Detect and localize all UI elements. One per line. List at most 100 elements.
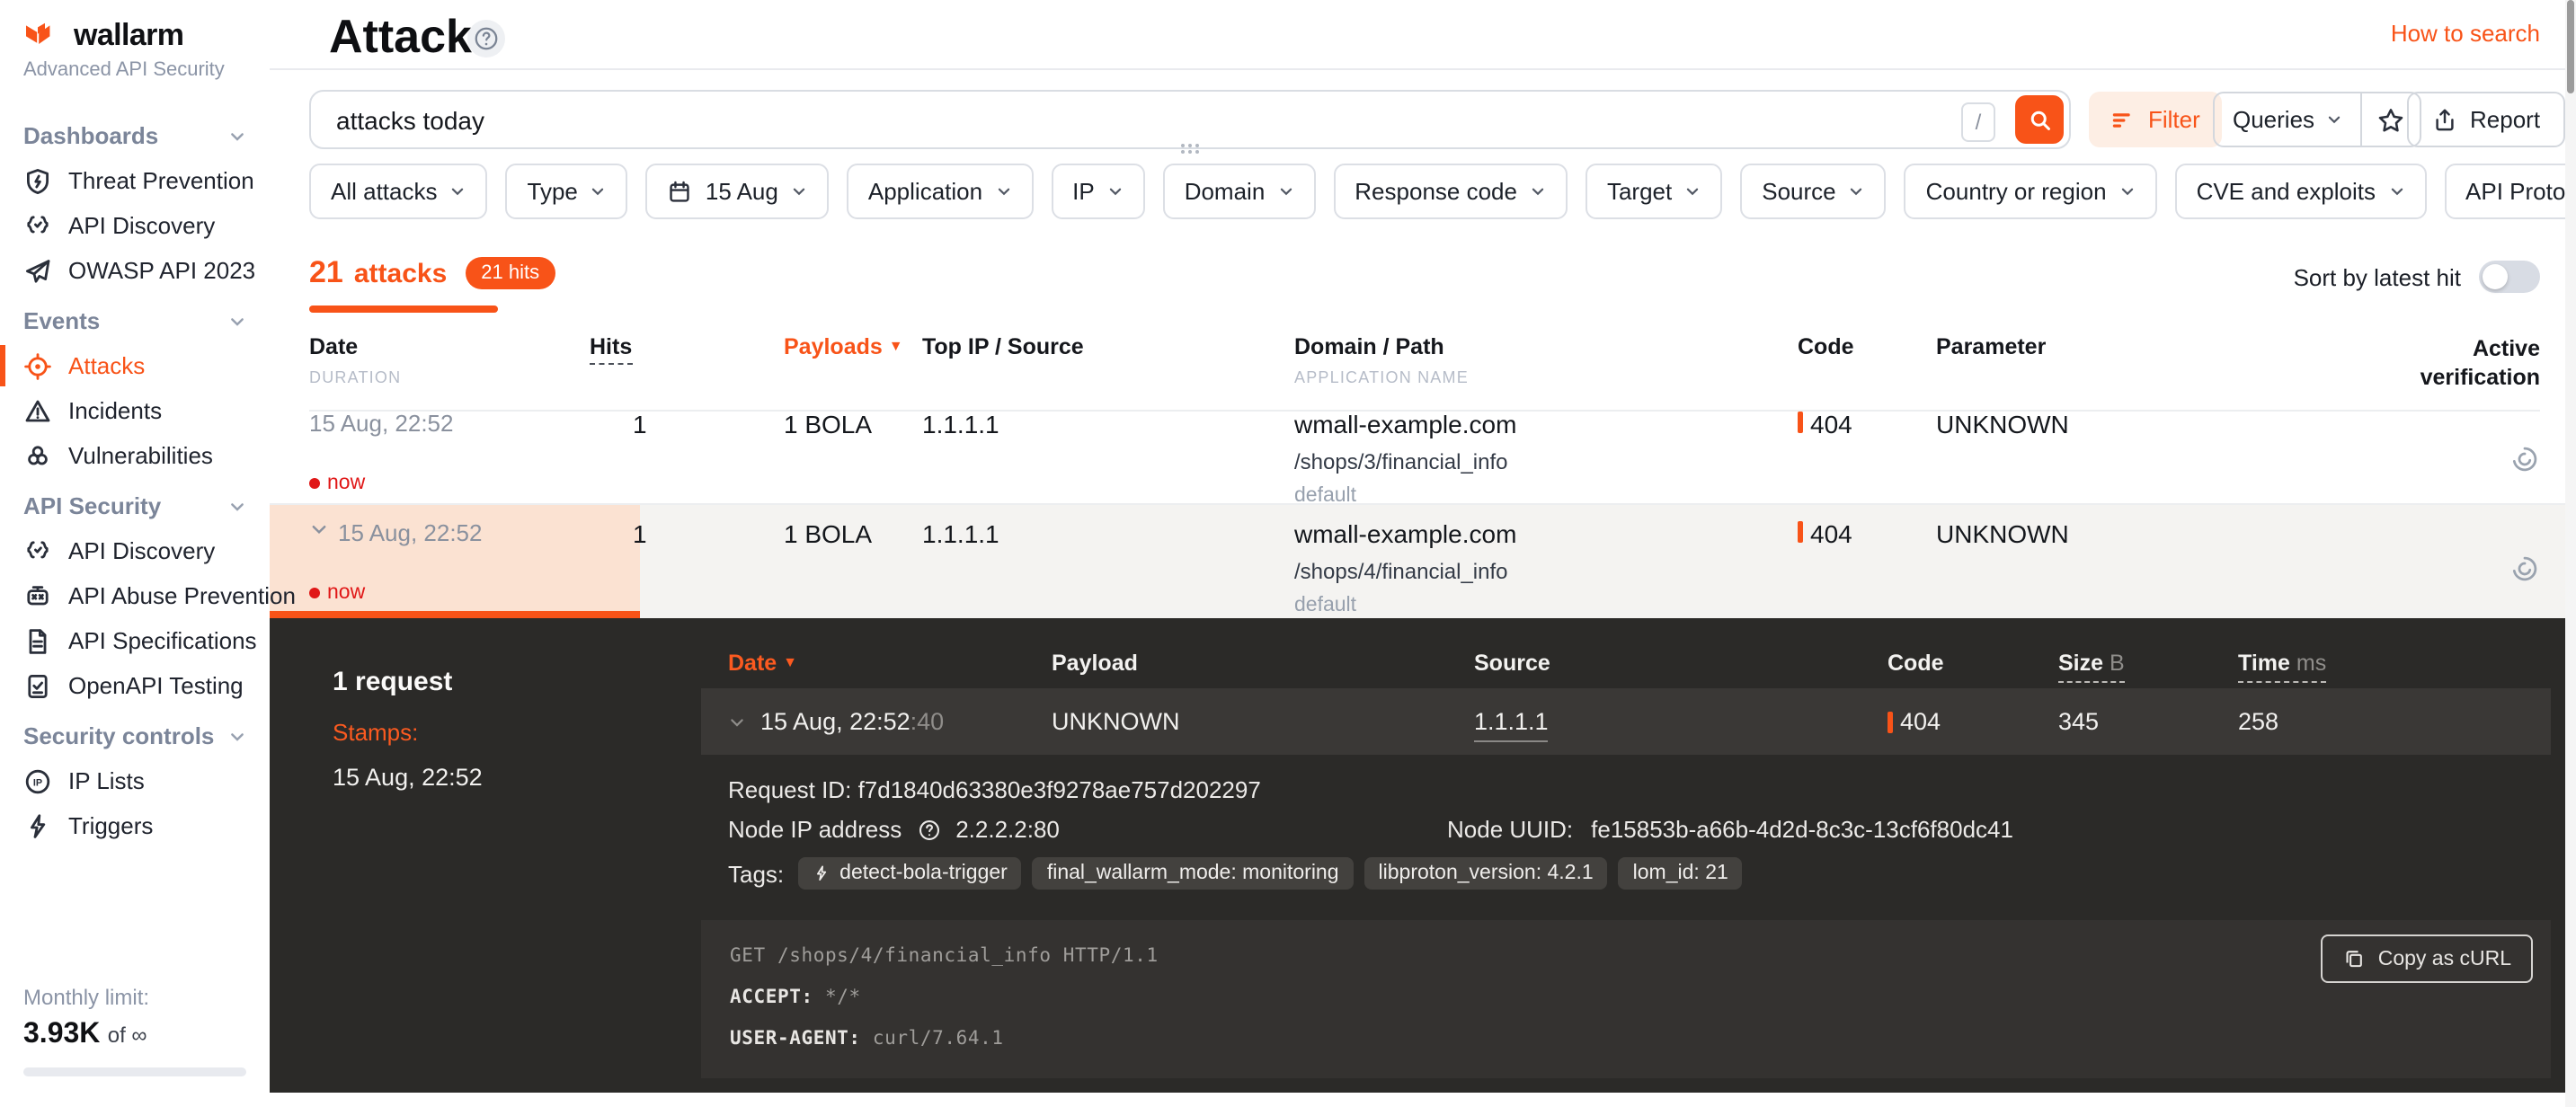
attacks-count-label: attacks (354, 258, 447, 288)
search-box: / (309, 90, 2071, 149)
node-ip-value: 2.2.2.2:80 (955, 816, 1060, 843)
tab-attacks[interactable]: 21 attacks 21 hits (309, 255, 555, 291)
sidebar-item-label: Triggers (68, 812, 153, 839)
filter-chip-15-aug[interactable]: 15 Aug (646, 164, 829, 219)
sidebar-item-owasp-api-2023[interactable]: OWASP API 2023 (0, 248, 270, 293)
attack-duration: now (309, 472, 590, 493)
attack-application: default (1294, 485, 1798, 507)
search-button[interactable] (2015, 95, 2064, 144)
sidebar-item-threat-prevention[interactable]: Threat Prevention (0, 158, 270, 203)
filter-chip-domain[interactable]: Domain (1163, 164, 1316, 219)
sidebar-section-security-controls[interactable]: Security controls (0, 713, 270, 758)
sidebar-item-label: IP Lists (68, 767, 145, 794)
openapi-testing-icon (23, 671, 52, 700)
filter-chip-label: 15 Aug (706, 178, 778, 205)
source-ip-link[interactable]: 1.1.1.1 (1474, 708, 1549, 742)
scrollbar-thumb[interactable] (2567, 0, 2574, 93)
sidebar-item-ip-lists[interactable]: IP IP Lists (0, 758, 270, 803)
ip-lists-icon: IP (23, 766, 52, 795)
active-verification-icon[interactable] (2509, 519, 2540, 616)
how-to-search-link[interactable]: How to search (2391, 20, 2540, 47)
filter-chip-all-attacks[interactable]: All attacks (309, 164, 488, 219)
resize-handle-icon[interactable] (1179, 142, 1201, 155)
filter-chip-ip[interactable]: IP (1051, 164, 1145, 219)
sidebar-item-incidents[interactable]: Incidents (0, 388, 270, 433)
chevron-down-icon (450, 183, 466, 199)
sidebar-item-label: Vulnerabilities (68, 442, 213, 469)
filter-button[interactable]: Filter (2089, 92, 2222, 147)
sidebar-item-api-discovery[interactable]: API Discovery (0, 528, 270, 573)
sidebar-section-label: Events (23, 307, 100, 334)
report-button[interactable]: Report (2407, 92, 2565, 147)
attack-row[interactable]: 15 Aug, 22:52 now 1 1 BOLA 1.1.1.1 wmall… (270, 395, 2576, 505)
chevron-down-icon[interactable] (728, 713, 746, 731)
sidebar-item-api-specifications[interactable]: API Specifications (0, 618, 270, 663)
req-col-size[interactable]: Size B (2058, 651, 2238, 676)
stamps-label: Stamps: (333, 719, 483, 746)
attack-top-ip: 1.1.1.1 (922, 410, 1294, 507)
chevron-down-icon (2325, 111, 2341, 128)
filter-chip-target[interactable]: Target (1586, 164, 1722, 219)
sidebar-item-label: API Discovery (68, 212, 215, 239)
filter-chip-country-or-region[interactable]: Country or region (1905, 164, 2157, 219)
req-col-time[interactable]: Time ms (2238, 651, 2524, 676)
filter-chip-source[interactable]: Source (1740, 164, 1886, 219)
http-request-line: GET /shops/4/financial_info HTTP/1.1 (730, 943, 2522, 972)
sidebar-item-label: OWASP API 2023 (68, 257, 255, 284)
live-dot-icon (309, 477, 320, 488)
sidebar-item-vulnerabilities[interactable]: Vulnerabilities (0, 433, 270, 478)
attack-domain-cell: wmall-example.com /shops/4/financial_inf… (1294, 519, 1798, 616)
filter-chip-application[interactable]: Application (847, 164, 1033, 219)
request-row[interactable]: 15 Aug, 22:52:40 UNKNOWN 1.1.1.1 404 345… (701, 688, 2551, 755)
help-icon[interactable] (467, 20, 505, 58)
sidebar-item-api-abuse-prevention[interactable]: API Abuse Prevention (0, 573, 270, 618)
sidebar-section-api-security[interactable]: API Security (0, 483, 270, 528)
filter-chip-type[interactable]: Type (506, 164, 628, 219)
tag-chip-detect-bola-trigger: detect-bola-trigger (798, 857, 1022, 890)
attack-payloads: 1 BOLA (784, 519, 922, 616)
attack-row[interactable]: 15 Aug, 22:52 now 1 1 BOLA 1.1.1.1 wmall… (270, 505, 2576, 618)
search-input[interactable] (311, 92, 2069, 147)
col-payloads[interactable]: Payloads ▼ (784, 334, 922, 393)
calendar-icon (668, 179, 693, 204)
slash-shortcut-badge: / (1961, 102, 1995, 142)
sort-toggle[interactable] (2479, 261, 2540, 293)
col-hits[interactable]: Hits (590, 334, 784, 393)
sidebar-section-events[interactable]: Events (0, 298, 270, 343)
requests-table-header: Date ▼ Payload Source Code Size B Time m… (701, 640, 2551, 686)
filter-chip-label: Application (868, 178, 982, 205)
copy-as-curl-button[interactable]: Copy as cURL (2321, 934, 2533, 983)
sidebar-item-openapi-testing[interactable]: OpenAPI Testing (0, 663, 270, 708)
sidebar-section-dashboards[interactable]: Dashboards (0, 113, 270, 158)
vulnerabilities-icon (23, 441, 52, 470)
filter-chip-api-protocols[interactable]: API Protocols (2444, 164, 2576, 219)
tags-line: Tags: detect-bola-trigger final_wallarm_… (728, 857, 2551, 890)
request-size-cell: 345 (2058, 708, 2238, 735)
req-col-date[interactable]: Date ▼ (728, 651, 1052, 676)
question-circle-icon[interactable] (916, 817, 941, 842)
chevron-down-icon[interactable] (309, 519, 329, 539)
col-application-name: APPLICATION NAME (1294, 368, 1798, 386)
request-detail-panel: 1 request Stamps: 15 Aug, 22:52 Date ▼ P… (270, 618, 2576, 1093)
sidebar-item-label: Incidents (68, 397, 162, 424)
queries-button[interactable]: Queries (2215, 93, 2359, 146)
attacks-icon (23, 351, 52, 380)
stamp-value: 15 Aug, 22:52 (333, 764, 483, 791)
sidebar-section-label: Dashboards (23, 122, 158, 149)
filter-button-label: Filter (2148, 106, 2200, 133)
wallarm-logo-icon (23, 22, 63, 50)
chevron-down-icon (228, 727, 246, 745)
request-payload-cell: UNKNOWN (1052, 708, 1474, 735)
sidebar-item-attacks[interactable]: Attacks (0, 343, 270, 388)
active-verification-icon[interactable] (2509, 410, 2540, 507)
sidebar-item-triggers[interactable]: Triggers (0, 803, 270, 848)
api-discovery-icon (23, 536, 52, 565)
chevron-down-icon (591, 183, 607, 199)
req-col-code: Code (1888, 651, 2058, 676)
filter-chip-cve-and-exploits[interactable]: CVE and exploits (2175, 164, 2426, 219)
logo[interactable]: wallarm (0, 0, 270, 54)
request-time-cell: 258 (2238, 708, 2524, 735)
filter-chip-response-code[interactable]: Response code (1333, 164, 1568, 219)
attack-payloads: 1 BOLA (784, 410, 922, 507)
sidebar-item-api-discovery[interactable]: API Discovery (0, 203, 270, 248)
